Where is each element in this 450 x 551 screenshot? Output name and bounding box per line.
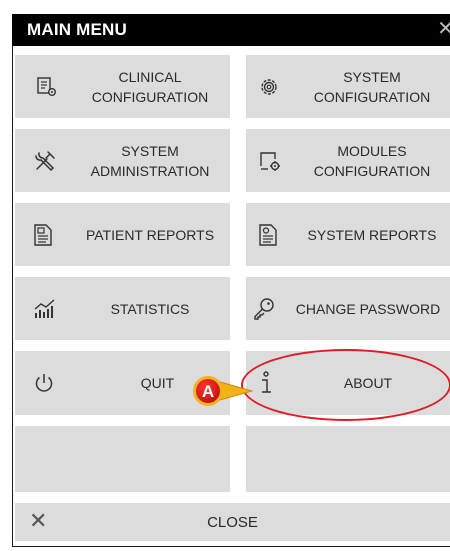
system-configuration-label: SYSTEM CONFIGURATION <box>313 68 431 105</box>
empty-tile <box>15 426 230 492</box>
system-reports-button[interactable]: SYSTEM REPORTS <box>246 203 450 266</box>
patient-reports-label: PATIENT REPORTS <box>85 226 215 243</box>
patient-report-icon <box>34 223 52 246</box>
key-icon <box>254 297 274 320</box>
empty-tile <box>246 426 450 492</box>
patient-reports-button[interactable]: PATIENT REPORTS <box>15 203 230 266</box>
clinical-config-icon <box>37 76 56 96</box>
window-close-icon[interactable]: ✕ <box>437 19 450 39</box>
system-administration-button[interactable]: SYSTEM ADMINISTRATION <box>15 129 230 192</box>
system-configuration-button[interactable]: SYSTEM CONFIGURATION <box>246 55 450 118</box>
system-config-gear-icon <box>261 78 277 95</box>
change-password-button[interactable]: CHANGE PASSWORD <box>246 277 450 340</box>
modules-configuration-button[interactable]: MODULES CONFIGURATION <box>246 129 450 192</box>
close-button[interactable]: ✕ CLOSE <box>15 503 450 541</box>
highlight-ellipse <box>241 349 450 421</box>
close-label: CLOSE <box>207 513 258 531</box>
system-administration-label: SYSTEM ADMINISTRATION <box>90 142 210 179</box>
title-bar: MAIN MENU ✕ <box>12 14 450 46</box>
statistics-chart-icon <box>34 298 55 318</box>
modules-configuration-label: MODULES CONFIGURATION <box>313 142 431 179</box>
system-report-icon <box>259 223 277 246</box>
power-icon <box>35 374 53 392</box>
modules-config-icon <box>260 151 280 171</box>
statistics-button[interactable]: STATISTICS <box>15 277 230 340</box>
system-reports-label: SYSTEM REPORTS <box>307 226 437 243</box>
change-password-label: CHANGE PASSWORD <box>295 300 441 317</box>
clinical-configuration-button[interactable]: CLINICAL CONFIGURATION <box>15 55 230 118</box>
callout-letter: A <box>202 382 214 401</box>
window-title: MAIN MENU <box>27 20 128 39</box>
callout-a-marker: A <box>193 376 254 406</box>
statistics-label: STATISTICS <box>110 300 190 317</box>
wrench-screwdriver-icon <box>35 150 55 171</box>
clinical-configuration-label: CLINICAL CONFIGURATION <box>91 68 209 105</box>
